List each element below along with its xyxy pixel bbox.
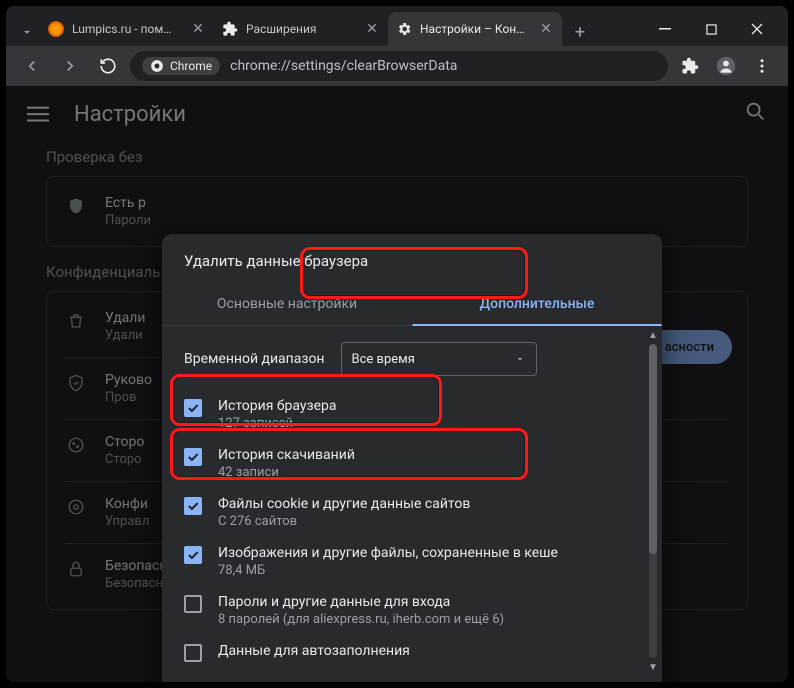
favicon-lumpics [48, 21, 64, 37]
checkbox[interactable] [184, 595, 202, 613]
checkbox[interactable] [184, 448, 202, 466]
tab-settings[interactable]: Настройки – Кон… ✕ [388, 12, 562, 46]
clear-item-4[interactable]: Пароли и другие данные для входа 8 пароле… [184, 586, 656, 635]
item-sub: 78,4 МБ [218, 563, 558, 578]
forward-button[interactable] [54, 50, 86, 82]
browser-toolbar: Chrome chrome://settings/clearBrowserDat… [6, 46, 788, 86]
checkbox[interactable] [184, 399, 202, 417]
scroll-up-icon[interactable]: ▲ [646, 328, 660, 342]
clear-item-2[interactable]: Файлы cookie и другие данные сайтов С 276… [184, 488, 656, 537]
checkbox[interactable] [184, 546, 202, 564]
profile-icon[interactable] [710, 50, 742, 82]
favicon-settings [396, 21, 412, 37]
time-range-label: Временной диапазон [184, 351, 325, 367]
item-sub: 42 записи [218, 465, 355, 480]
item-title: История браузера [218, 398, 336, 414]
tab-title: Расширения [246, 22, 356, 36]
scroll-down-icon[interactable]: ▼ [646, 660, 660, 674]
checkbox[interactable] [184, 644, 202, 662]
tab-strip: Lumpics.ru - пом… ✕ Расширения ✕ Настрой… [6, 6, 788, 46]
item-title: Файлы cookie и другие данные сайтов [218, 496, 470, 512]
favicon-extensions [222, 21, 238, 37]
close-tab-icon[interactable]: ✕ [538, 21, 554, 37]
clear-data-dialog: Удалить данные браузера Основные настрой… [162, 234, 662, 682]
chevron-down-icon [514, 353, 526, 365]
tab-title: Lumpics.ru - пом… [72, 22, 182, 36]
checkbox-list: История браузера 127 записей История скачи… [184, 390, 656, 670]
extensions-icon[interactable] [674, 50, 706, 82]
back-button[interactable] [16, 50, 48, 82]
window-close[interactable] [734, 12, 780, 46]
scroll-thumb[interactable] [649, 344, 657, 554]
window-minimize[interactable] [642, 12, 688, 46]
tab-lumpics[interactable]: Lumpics.ru - пом… ✕ [40, 12, 214, 46]
item-title: Данные для автозаполнения [218, 643, 410, 659]
close-tab-icon[interactable]: ✕ [364, 21, 380, 37]
clear-item-5[interactable]: Данные для автозаполнения [184, 635, 656, 670]
item-sub: 8 паролей (для aliexpress.ru, iherb.com … [218, 612, 504, 627]
settings-page: Настройки Проверка без Есть рПароли Конф… [6, 86, 788, 682]
site-chip[interactable]: Chrome [142, 57, 220, 75]
reload-button[interactable] [92, 50, 124, 82]
clear-item-3[interactable]: Изображения и другие файлы, сохраненные … [184, 537, 656, 586]
tab-advanced[interactable]: Дополнительные [412, 282, 662, 325]
tab-extensions[interactable]: Расширения ✕ [214, 12, 388, 46]
new-tab-button[interactable]: + [566, 18, 594, 46]
tab-title: Настройки – Кон… [420, 22, 530, 36]
item-sub: С 276 сайтов [218, 514, 470, 529]
dialog-title: Удалить данные браузера [162, 234, 662, 282]
item-title: Изображения и другие файлы, сохраненные … [218, 545, 558, 561]
tab-basic[interactable]: Основные настройки [162, 282, 412, 325]
close-tab-icon[interactable]: ✕ [190, 21, 206, 37]
window-maximize[interactable] [688, 12, 734, 46]
url-text: chrome://settings/clearBrowserData [230, 58, 457, 74]
address-bar[interactable]: Chrome chrome://settings/clearBrowserDat… [130, 51, 668, 81]
time-range-select[interactable]: Все время [341, 342, 537, 376]
time-range-value: Все время [352, 352, 415, 367]
clear-item-1[interactable]: История скачиваний 42 записи [184, 439, 656, 488]
item-sub: 127 записей [218, 416, 336, 431]
clear-item-0[interactable]: История браузера 127 записей [184, 390, 656, 439]
item-title: История скачиваний [218, 447, 355, 463]
menu-kebab-icon[interactable] [746, 50, 778, 82]
item-title: Пароли и другие данные для входа [218, 594, 504, 610]
chip-label: Chrome [170, 59, 212, 73]
dialog-scrollbar[interactable]: ▲ ▼ [646, 326, 660, 676]
tabs-dropdown-icon[interactable] [14, 18, 40, 46]
checkbox[interactable] [184, 497, 202, 515]
